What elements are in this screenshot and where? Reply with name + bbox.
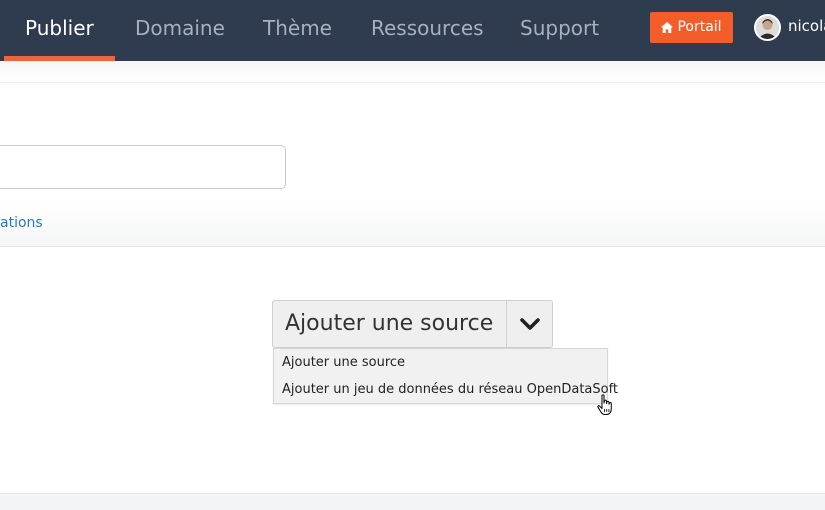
hand-pointer-icon (597, 394, 612, 416)
nav-item-publier[interactable]: Publier (25, 0, 94, 61)
footer-strip (0, 493, 825, 510)
portal-button-label: Portail (677, 19, 722, 35)
portal-button[interactable]: Portail (650, 12, 733, 43)
nav-item-theme[interactable]: Thème (263, 0, 332, 61)
menu-item-add-opendatasoft-dataset[interactable]: Ajouter un jeu de données du réseau Open… (282, 382, 618, 397)
tabs-bar (0, 203, 825, 247)
user-avatar-icon (756, 16, 779, 39)
avatar[interactable] (754, 14, 781, 41)
sub-header-strip (0, 61, 825, 83)
name-input[interactable] (0, 145, 286, 189)
menu-item-add-source[interactable]: Ajouter une source (282, 355, 405, 370)
chevron-down-icon (519, 318, 540, 330)
nav-item-support[interactable]: Support (520, 0, 599, 61)
tab-informations[interactable]: ations (0, 215, 43, 231)
nav-item-ressources[interactable]: Ressources (371, 0, 484, 61)
nav-item-domaine[interactable]: Domaine (135, 0, 225, 61)
add-source-dropdown-toggle[interactable] (506, 300, 553, 348)
add-source-menu: Ajouter une source Ajouter un jeu de don… (273, 348, 618, 404)
user-name[interactable]: nicola (788, 17, 825, 35)
add-source-button[interactable]: Ajouter une source (272, 300, 507, 348)
home-icon (661, 22, 674, 33)
top-navbar: Publier Domaine Thème Ressources Support… (0, 0, 825, 61)
